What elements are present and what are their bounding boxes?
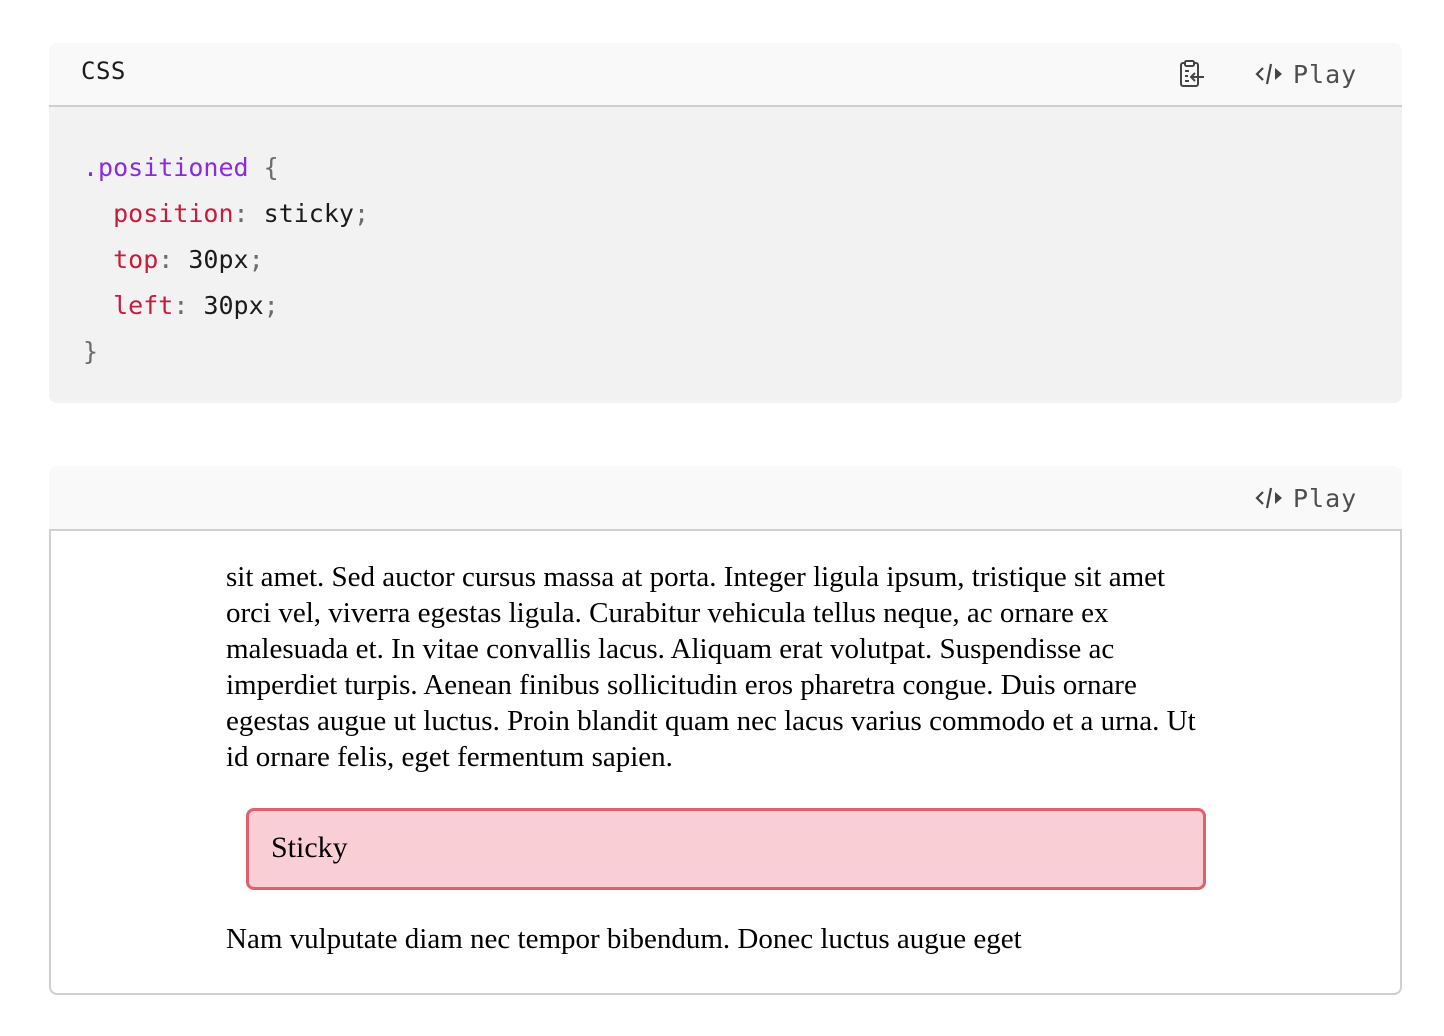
code-language-label: CSS — [81, 57, 126, 85]
code-punctuation: : — [173, 291, 189, 320]
code-line: position: sticky; — [83, 191, 369, 237]
code-punctuation: ; — [353, 199, 370, 228]
code-value: 30px — [173, 245, 249, 274]
code-punctuation: : — [233, 199, 249, 228]
example-header: Play — [49, 466, 1402, 531]
example-output-frame[interactable]: sit amet. Sed auctor cursus massa at por… — [49, 531, 1402, 995]
example-play-label: Play — [1293, 483, 1358, 513]
paragraph-before-sticky: sit amet. Sed auctor cursus massa at por… — [226, 561, 1196, 773]
code-property: left — [113, 291, 174, 320]
sticky-positioned-box: Sticky — [246, 808, 1206, 890]
code-punctuation: } — [83, 337, 99, 366]
paragraph-after-sticky: Nam vulputate diam nec tempor bibendum. … — [226, 923, 1022, 955]
css-code: .positioned { position: sticky; top: 30p… — [83, 145, 369, 375]
sticky-box-label: Sticky — [271, 831, 348, 864]
css-code-block: CSS Play .positioned { position: sticky;… — [49, 43, 1402, 403]
play-label: Play — [1293, 59, 1358, 89]
code-icon — [1255, 487, 1282, 509]
copy-button[interactable] — [1173, 56, 1209, 92]
play-button[interactable]: Play — [1255, 56, 1357, 92]
code-line: left: 30px; — [83, 283, 369, 329]
code-block-header: CSS Play — [49, 43, 1402, 107]
code-line: } — [83, 329, 369, 375]
clipboard-copy-icon — [1180, 60, 1204, 87]
code-icon — [1255, 63, 1282, 85]
code-line: .positioned { — [83, 145, 369, 191]
live-example-block: Play sit amet. Sed auctor cursus massa a… — [49, 466, 1402, 997]
code-body: .positioned { position: sticky; top: 30p… — [49, 107, 1402, 403]
example-play-button[interactable]: Play — [1255, 480, 1357, 516]
code-punctuation: ; — [263, 291, 279, 320]
code-punctuation: : — [158, 245, 174, 274]
code-line: top: 30px; — [83, 237, 369, 283]
code-punctuation: ; — [248, 245, 264, 274]
code-punctuation: { — [248, 153, 279, 182]
code-value: 30px — [188, 291, 264, 320]
code-selector: .positioned — [83, 153, 249, 182]
code-value: sticky — [248, 199, 354, 228]
code-property: position — [113, 199, 234, 228]
code-property: top — [113, 245, 159, 274]
